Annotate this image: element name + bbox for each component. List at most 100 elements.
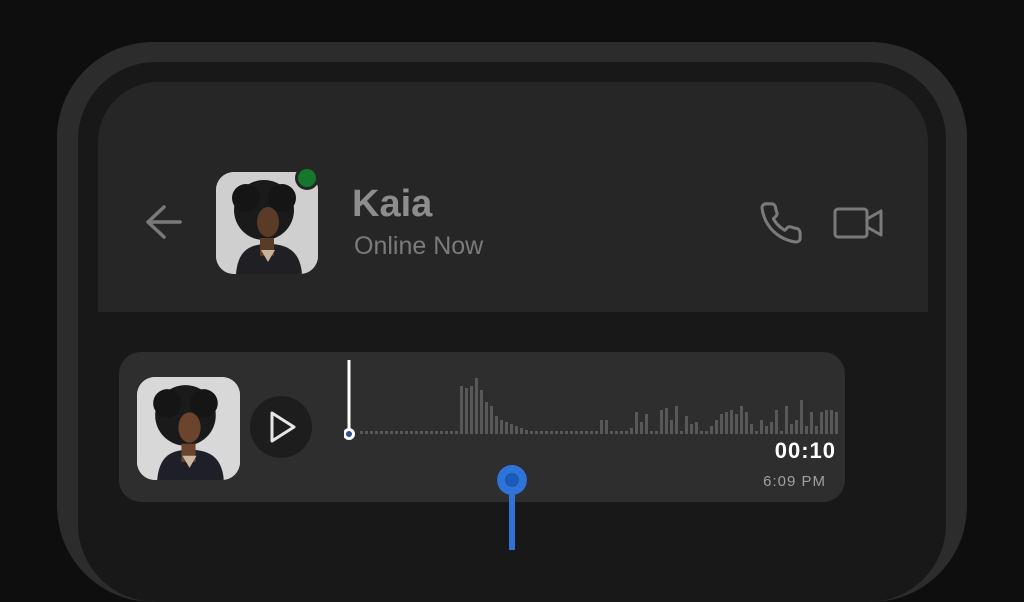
message-time: 6:09 PM [763, 473, 826, 490]
waveform[interactable] [344, 352, 844, 452]
waveform-bar [820, 412, 823, 434]
waveform-bar [485, 402, 488, 434]
waveform-bar [395, 431, 398, 434]
waveform-bar [630, 428, 633, 434]
waveform-bar [605, 420, 608, 434]
waveform-bar [830, 410, 833, 434]
waveform-bar [530, 431, 533, 434]
sender-avatar-photo [137, 377, 240, 480]
waveform-bar [805, 426, 808, 434]
waveform-bar [405, 431, 408, 434]
waveform-bar [415, 431, 418, 434]
phone-icon[interactable] [758, 200, 804, 246]
waveform-bar [700, 431, 703, 434]
waveform-bar [715, 420, 718, 434]
waveform-bar [685, 416, 688, 434]
waveform-bar [580, 431, 583, 434]
waveform-bar [430, 431, 433, 434]
waveform-bar [750, 424, 753, 434]
play-icon [270, 411, 296, 443]
waveform-bar [525, 430, 528, 434]
waveform-bar [825, 410, 828, 434]
waveform-bar [375, 431, 378, 434]
waveform-bar [410, 431, 413, 434]
waveform-bar [730, 410, 733, 434]
waveform-bar [500, 420, 503, 434]
waveform-bar [560, 431, 563, 434]
waveform-bar [540, 431, 543, 434]
waveform-bar [445, 431, 448, 434]
waveform-bar [390, 431, 393, 434]
waveform-bar [705, 431, 708, 434]
waveform-bar [660, 410, 663, 434]
waveform-bar [590, 431, 593, 434]
sender-avatar [137, 377, 240, 480]
waveform-bar [695, 422, 698, 434]
waveform-bar [610, 431, 613, 434]
waveform-bar [510, 424, 513, 434]
waveform-bar [440, 431, 443, 434]
waveform-bar [520, 428, 523, 434]
waveform-bar [615, 431, 618, 434]
video-camera-icon[interactable] [833, 206, 883, 240]
waveform-bar [835, 412, 838, 434]
waveform-bar [460, 386, 463, 434]
waveform-bar [545, 431, 548, 434]
waveform-bar [655, 431, 658, 434]
waveform-bar [570, 431, 573, 434]
waveform-bar [785, 406, 788, 434]
waveform-bar [680, 431, 683, 434]
waveform-bar [640, 422, 643, 434]
waveform-bar [550, 431, 553, 434]
message-duration: 00:10 [774, 438, 836, 463]
waveform-bar [420, 431, 423, 434]
waveform-bar [480, 390, 483, 434]
waveform-bar [465, 388, 468, 434]
touch-pointer [497, 465, 527, 495]
waveform-bar [635, 412, 638, 434]
waveform-bar [470, 386, 473, 434]
playhead-knob-center [346, 431, 352, 437]
waveform-bar [505, 422, 508, 434]
waveform-bar [380, 431, 383, 434]
waveform-bar [535, 431, 538, 434]
waveform-bar [720, 414, 723, 434]
waveform-bar [450, 431, 453, 434]
waveform-bar [565, 431, 568, 434]
waveform-bar [370, 431, 373, 434]
waveform-bar [490, 406, 493, 434]
waveform-bar [810, 412, 813, 434]
waveform-bar [650, 431, 653, 434]
waveform-bar [620, 431, 623, 434]
waveform-bar [745, 412, 748, 434]
contact-status: Online Now [354, 232, 484, 260]
waveform-bar [385, 431, 388, 434]
play-button[interactable] [250, 396, 312, 458]
waveform-bar [780, 431, 783, 434]
waveform-bar [600, 420, 603, 434]
waveform-bar [585, 431, 588, 434]
waveform-bar [670, 420, 673, 434]
waveform-bar [775, 410, 778, 434]
online-indicator [295, 166, 319, 190]
waveform-bar [760, 420, 763, 434]
waveform-bar [770, 422, 773, 434]
waveform-bar [790, 424, 793, 434]
waveform-bar [690, 424, 693, 434]
waveform-bar [425, 431, 428, 434]
chat-header: Kaia Online Now [98, 82, 928, 312]
waveform-bar [595, 431, 598, 434]
contact-name: Kaia [352, 183, 433, 225]
waveform-bar [475, 378, 478, 434]
waveform-bar [575, 431, 578, 434]
waveform-bar [400, 431, 403, 434]
waveform-bar [735, 414, 738, 434]
waveform-bar [710, 426, 713, 434]
waveform-bar [740, 406, 743, 434]
waveform-bar [495, 416, 498, 434]
arrow-left-icon[interactable] [142, 203, 182, 241]
waveform-bar [645, 414, 648, 434]
waveform-bar [815, 426, 818, 434]
waveform-bar [360, 431, 363, 434]
waveform-bar [455, 431, 458, 434]
